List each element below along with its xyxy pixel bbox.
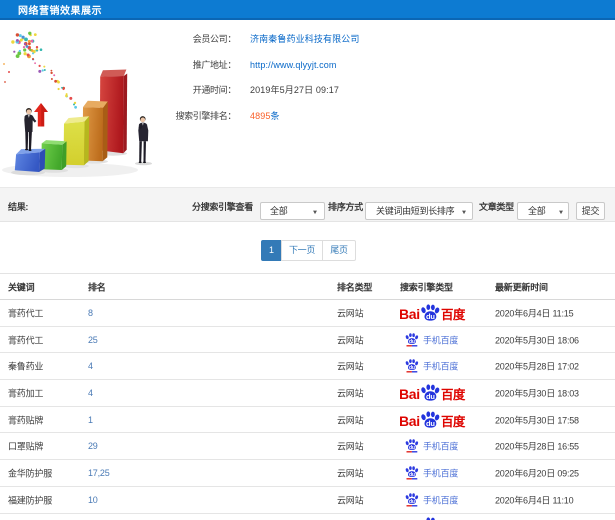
- svg-text:Bai: Bai: [400, 386, 420, 402]
- svg-text:du: du: [409, 499, 415, 505]
- svg-text:du: du: [409, 472, 415, 478]
- svg-text:du: du: [426, 312, 435, 321]
- svg-text:手机百度: 手机百度: [423, 467, 458, 478]
- svg-text:手机百度: 手机百度: [423, 334, 458, 345]
- svg-text:手机百度: 手机百度: [423, 494, 458, 505]
- svg-text:du: du: [426, 419, 435, 428]
- svg-text:百度: 百度: [441, 414, 466, 429]
- svg-text:手机百度: 手机百度: [423, 361, 458, 372]
- svg-text:du: du: [409, 445, 415, 451]
- svg-text:Bai: Bai: [400, 413, 420, 429]
- svg-text:du: du: [409, 365, 415, 371]
- svg-text:Bai: Bai: [400, 306, 420, 322]
- svg-text:手机百度: 手机百度: [423, 441, 458, 452]
- svg-text:百度: 百度: [441, 307, 466, 322]
- svg-text:du: du: [409, 338, 415, 344]
- svg-text:百度: 百度: [441, 387, 466, 402]
- svg-text:du: du: [426, 392, 435, 401]
